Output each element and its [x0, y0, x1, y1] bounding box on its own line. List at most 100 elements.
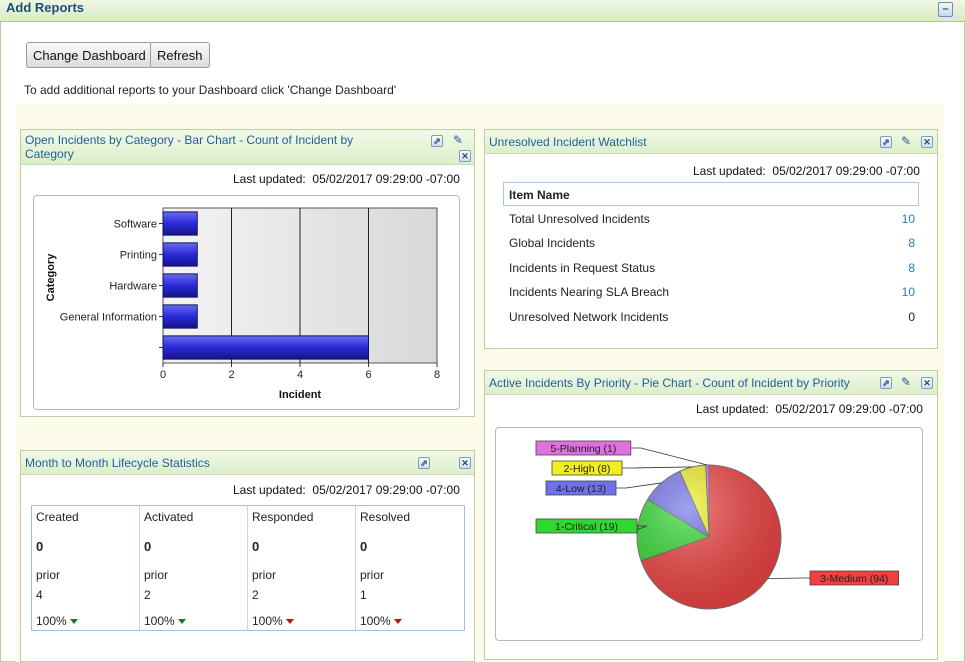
last-updated-value: 05/02/2017 09:29:00 -07:00 — [775, 402, 923, 416]
row-value-link[interactable]: 10 — [902, 212, 915, 226]
row-value: 0 — [908, 310, 915, 324]
slice-label: 1-Critical (19) — [555, 521, 618, 533]
current-value: 0 — [252, 539, 260, 554]
table-row[interactable]: Global Incidents 8 — [503, 232, 919, 256]
table-row[interactable]: Total Unresolved Incidents 10 — [503, 208, 919, 232]
last-updated-label: Last updated: — [233, 172, 306, 186]
down-arrow-icon — [177, 619, 186, 625]
close-icon[interactable]: ✕ — [459, 150, 471, 162]
lifecycle-table: Created 0 prior 4 100% Activated 0 prior… — [31, 505, 465, 631]
last-updated: Last updated: 05/02/2017 09:29:00 -07:00 — [696, 402, 923, 416]
panel-title-line1: Open Incidents by Category - Bar Chart -… — [25, 133, 354, 147]
slice-label: 5-Planning (1) — [550, 443, 616, 455]
slice-label: 4-Low (13) — [556, 483, 606, 495]
collapse-icon[interactable]: – — [938, 2, 953, 17]
label-leader-line — [767, 577, 810, 580]
prior-label: prior — [144, 568, 169, 582]
last-updated-label: Last updated: — [233, 483, 306, 497]
popout-icon[interactable]: ⇗ — [880, 377, 892, 389]
down-arrow-icon — [393, 619, 402, 625]
y-tick-label: General Information — [60, 312, 157, 324]
panel-header: Month to Month Lifecycle Statistics ⇗ ✕ — [21, 451, 474, 475]
prior-value: 1 — [360, 588, 367, 602]
column-header: Created — [36, 510, 79, 524]
bar-chart: 0 2 4 6 8 Software Printing Hardware General Inf… — [45, 207, 440, 401]
label-leader-line — [616, 482, 662, 489]
y-tick-label: Printing — [120, 250, 157, 262]
row-name: Global Incidents — [509, 236, 596, 250]
x-tick-label: 4 — [297, 369, 303, 381]
panel-title: Open Incidents by Category - Bar Chart -… — [25, 133, 353, 161]
row-name: Incidents Nearing SLA Breach — [509, 285, 670, 299]
prior-value: 4 — [36, 588, 43, 602]
pie-chart-box: 5-Planning (1) 2-High (8) 4-Low (13) 1-Crit… — [495, 427, 923, 641]
panel-title: Unresolved Incident Watchlist — [489, 135, 647, 149]
panel-header: Active Incidents By Priority - Pie Chart… — [485, 371, 937, 395]
lifecycle-column: Responded 0 prior 2 100% — [248, 506, 356, 630]
page-header: Add Reports – — [0, 0, 965, 22]
row-name: Total Unresolved Incidents — [509, 212, 650, 226]
row-value-link[interactable]: 10 — [902, 285, 915, 299]
pencil-icon[interactable]: ✎ — [899, 375, 913, 389]
down-arrow-icon — [69, 619, 78, 625]
popout-icon[interactable]: ⇗ — [880, 136, 892, 148]
popout-icon[interactable]: ⇗ — [418, 457, 430, 469]
percent-value: 100% — [360, 614, 391, 628]
current-value: 0 — [36, 539, 44, 554]
close-icon[interactable]: ✕ — [921, 377, 933, 389]
page-title: Add Reports — [6, 0, 84, 15]
y-tick-label: Software — [114, 219, 157, 231]
row-name: Unresolved Network Incidents — [509, 310, 669, 324]
x-axis-label: Incident — [279, 389, 322, 401]
panel-title: Month to Month Lifecycle Statistics — [25, 456, 210, 470]
close-icon[interactable]: ✕ — [921, 136, 933, 148]
last-updated: Last updated: 05/02/2017 09:29:00 -07:00 — [693, 164, 920, 178]
bar — [162, 335, 369, 360]
table-row[interactable]: Unresolved Network Incidents 0 — [503, 306, 919, 330]
row-value-link[interactable]: 8 — [908, 236, 915, 250]
instructions-text: To add additional reports to your Dashbo… — [24, 83, 397, 97]
column-header: Resolved — [360, 510, 411, 524]
pie-chart: 5-Planning (1) 2-High (8) 4-Low (13) 1-Crit… — [535, 440, 899, 610]
prior-label: prior — [360, 568, 385, 582]
x-tick-label: 2 — [228, 369, 234, 381]
panel-header: Unresolved Incident Watchlist ⇗ ✎ ✕ — [485, 130, 937, 154]
slice-label: 2-High (8) — [564, 463, 611, 475]
pencil-icon[interactable]: ✎ — [899, 134, 913, 148]
x-tick-label: 0 — [160, 369, 166, 381]
lifecycle-column: Resolved 0 prior 1 100% — [356, 506, 464, 630]
row-value-link[interactable]: 8 — [908, 261, 915, 275]
current-value: 0 — [144, 539, 152, 554]
table-row[interactable]: Incidents Nearing SLA Breach 10 — [503, 281, 919, 305]
last-updated-label: Last updated: — [693, 164, 766, 178]
y-axis-label: Category — [45, 253, 57, 302]
percent-change: 100% — [144, 614, 186, 628]
bar — [162, 211, 198, 236]
x-tick-label: 8 — [434, 369, 440, 381]
last-updated-label: Last updated: — [696, 402, 769, 416]
prior-label: prior — [36, 568, 61, 582]
last-updated-value: 05/02/2017 09:29:00 -07:00 — [772, 164, 920, 178]
popout-icon[interactable]: ⇗ — [431, 135, 443, 147]
current-value: 0 — [360, 539, 368, 554]
x-tick-label: 6 — [365, 369, 371, 381]
prior-value: 2 — [144, 588, 151, 602]
pencil-icon[interactable]: ✎ — [451, 133, 465, 147]
bar — [162, 304, 198, 329]
column-header: Activated — [144, 510, 194, 524]
last-updated: Last updated: 05/02/2017 09:29:00 -07:00 — [233, 172, 460, 186]
percent-change: 100% — [36, 614, 78, 628]
refresh-button[interactable]: Refresh — [150, 42, 210, 68]
percent-value: 100% — [36, 614, 67, 628]
table-row[interactable]: Incidents in Request Status 8 — [503, 257, 919, 281]
close-icon[interactable]: ✕ — [459, 457, 471, 469]
percent-change: 100% — [252, 614, 294, 628]
column-header: Responded — [252, 510, 314, 524]
percent-value: 100% — [252, 614, 283, 628]
row-name: Incidents in Request Status — [509, 261, 656, 275]
bar — [162, 273, 198, 298]
last-updated-value: 05/02/2017 09:29:00 -07:00 — [312, 483, 460, 497]
change-dashboard-button[interactable]: Change Dashboard — [26, 42, 153, 68]
last-updated-value: 05/02/2017 09:29:00 -07:00 — [312, 172, 460, 186]
lifecycle-column: Created 0 prior 4 100% — [32, 506, 140, 630]
